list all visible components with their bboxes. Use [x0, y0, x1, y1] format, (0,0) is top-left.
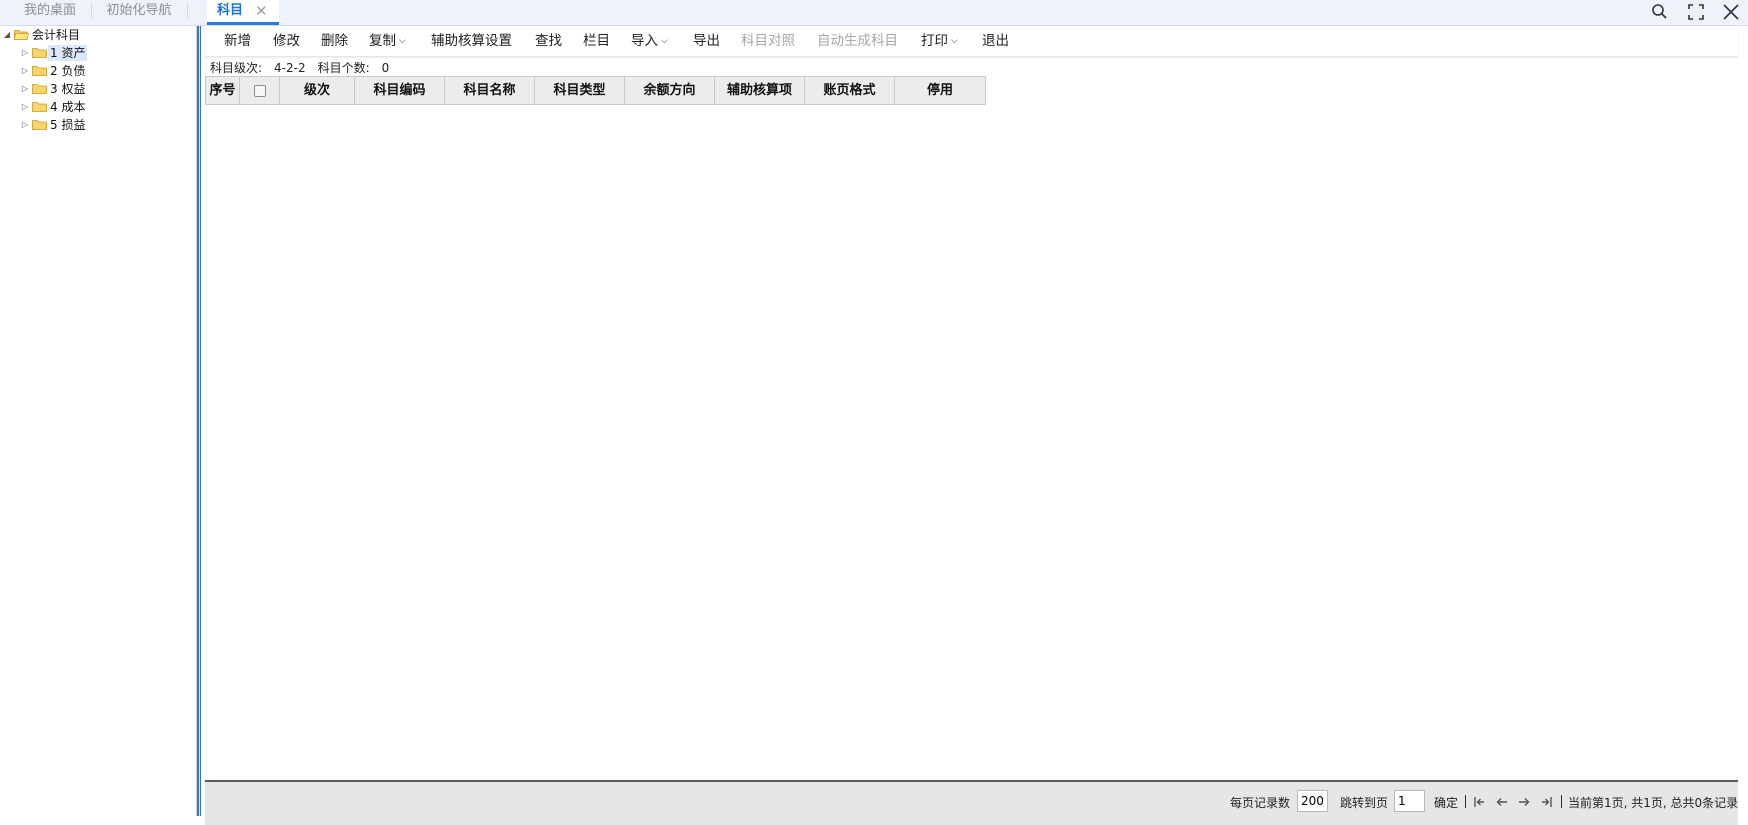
- collapsed-triangle-icon[interactable]: ▷: [20, 45, 30, 61]
- chevron-down-icon: ⌵: [951, 36, 958, 46]
- folder-icon: [32, 102, 47, 112]
- import-label: 导入: [631, 33, 658, 49]
- pager-divider: [1465, 795, 1466, 808]
- tree-item-equity[interactable]: ▷ 3 权益: [20, 81, 190, 97]
- subject-info-line: 科目级次: 4-2-2 科目个数: 0: [210, 60, 401, 76]
- col-header-aux-accounting[interactable]: 辅助核算项: [715, 77, 805, 104]
- tree-item-label: 2 负债: [50, 64, 86, 78]
- pager-divider: [1561, 795, 1562, 808]
- close-icon[interactable]: [1721, 2, 1741, 22]
- tree-item-label: 1 资产: [48, 45, 88, 61]
- add-button[interactable]: 新增: [224, 26, 251, 56]
- toolbar: 新增 修改 删除 复制 ⌵ 辅助核算设置 查找 栏目 导入 ⌵ 导出 科目对照 自动…: [205, 26, 1738, 57]
- search-icon[interactable]: [1650, 2, 1670, 22]
- expanded-triangle-icon[interactable]: ◢: [2, 27, 12, 43]
- import-button[interactable]: 导入 ⌵: [631, 26, 668, 56]
- print-label: 打印: [921, 33, 948, 49]
- tab-close-icon[interactable]: ✕: [255, 0, 268, 22]
- open-folder-icon: [14, 30, 29, 40]
- next-page-icon[interactable]: [1517, 795, 1531, 809]
- folder-icon: [32, 120, 47, 130]
- tab-bar: 我的桌面 初始化导航 科目 ✕: [0, 0, 1748, 26]
- tab-my-desktop[interactable]: 我的桌面: [14, 0, 86, 25]
- folder-icon: [32, 84, 47, 94]
- collapsed-triangle-icon[interactable]: ▷: [20, 81, 30, 97]
- count-label: 科目个数:: [317, 61, 370, 75]
- level-value: 4-2-2: [274, 61, 306, 75]
- tree-item-label: 3 权益: [50, 82, 86, 96]
- edit-button[interactable]: 修改: [273, 26, 300, 56]
- col-header-index[interactable]: 序号: [206, 77, 240, 104]
- last-page-icon[interactable]: [1539, 795, 1553, 809]
- tree-item-label: 5 损益: [50, 118, 86, 132]
- col-header-ledger-format[interactable]: 账页格式: [805, 77, 895, 104]
- tree-root[interactable]: ◢ 会计科目: [2, 27, 192, 43]
- subject-tree-panel: ◢ 会计科目 ▷ 1 资产 ▷ 2 负债 ▷ 3 权益 ▷ 4 成本 ▷ 5 损…: [0, 26, 197, 816]
- col-header-subject-name[interactable]: 科目名称: [445, 77, 535, 104]
- columns-button[interactable]: 栏目: [583, 26, 610, 56]
- tree-item-cost[interactable]: ▷ 4 成本: [20, 99, 190, 115]
- per-page-label: 每页记录数: [1230, 796, 1291, 810]
- export-button[interactable]: 导出: [693, 26, 720, 56]
- confirm-button[interactable]: 确定: [1434, 792, 1458, 814]
- auto-generate-subjects-button[interactable]: 自动生成科目: [817, 26, 898, 56]
- col-header-balance-direction[interactable]: 余额方向: [625, 77, 715, 104]
- level-label: 科目级次:: [210, 61, 263, 75]
- delete-button[interactable]: 删除: [321, 26, 348, 56]
- find-button[interactable]: 查找: [535, 26, 562, 56]
- chevron-down-icon: ⌵: [399, 36, 406, 46]
- tab-subjects[interactable]: 科目 ✕: [207, 0, 279, 25]
- tab-subjects-label: 科目: [217, 3, 244, 18]
- col-header-subject-code[interactable]: 科目编码: [355, 77, 445, 104]
- grid-header: 序号 级次 科目编码 科目名称 科目类型 余额方向 辅助核算项 账页格式 停用: [205, 76, 986, 105]
- col-header-subject-type[interactable]: 科目类型: [535, 77, 625, 104]
- pagination-bar: 每页记录数 跳转到页 确定 当前第1页, 共1页, 总共0条记录: [205, 780, 1738, 825]
- collapsed-triangle-icon[interactable]: ▷: [20, 99, 30, 115]
- count-value: 0: [381, 61, 390, 75]
- col-header-disabled[interactable]: 停用: [895, 77, 985, 104]
- previous-page-icon[interactable]: [1495, 795, 1509, 809]
- tab-divider: [187, 4, 188, 19]
- aux-accounting-settings-button[interactable]: 辅助核算设置: [431, 26, 512, 56]
- tab-divider: [91, 4, 92, 19]
- jump-page-input[interactable]: [1394, 790, 1425, 812]
- per-page-input[interactable]: [1297, 790, 1328, 812]
- exit-button[interactable]: 退出: [982, 26, 1009, 56]
- col-header-select-all[interactable]: [240, 77, 280, 104]
- col-header-level[interactable]: 级次: [280, 77, 355, 104]
- panel-splitter[interactable]: [197, 26, 201, 816]
- tree-root-label: 会计科目: [32, 28, 81, 42]
- tree-item-label: 4 成本: [50, 100, 86, 114]
- folder-icon: [32, 66, 47, 76]
- tree-item-liabilities[interactable]: ▷ 2 负债: [20, 63, 190, 79]
- print-button[interactable]: 打印 ⌵: [921, 26, 958, 56]
- select-all-checkbox[interactable]: [253, 84, 266, 97]
- tree-item-profit-loss[interactable]: ▷ 5 损益: [20, 117, 190, 133]
- page-status-text: 当前第1页, 共1页, 总共0条记录: [1568, 796, 1739, 810]
- chevron-down-icon: ⌵: [661, 36, 668, 46]
- copy-button[interactable]: 复制 ⌵: [369, 26, 406, 56]
- copy-label: 复制: [369, 33, 396, 49]
- subject-mapping-button[interactable]: 科目对照: [741, 26, 795, 56]
- folder-icon: [32, 48, 47, 58]
- jump-to-page-label: 跳转到页: [1340, 796, 1389, 810]
- fullscreen-icon[interactable]: [1686, 2, 1706, 22]
- first-page-icon[interactable]: [1473, 795, 1487, 809]
- tree-item-assets[interactable]: ▷ 1 资产: [20, 45, 190, 61]
- tab-init-navigation[interactable]: 初始化导航: [96, 0, 182, 25]
- collapsed-triangle-icon[interactable]: ▷: [20, 117, 30, 133]
- collapsed-triangle-icon[interactable]: ▷: [20, 63, 30, 79]
